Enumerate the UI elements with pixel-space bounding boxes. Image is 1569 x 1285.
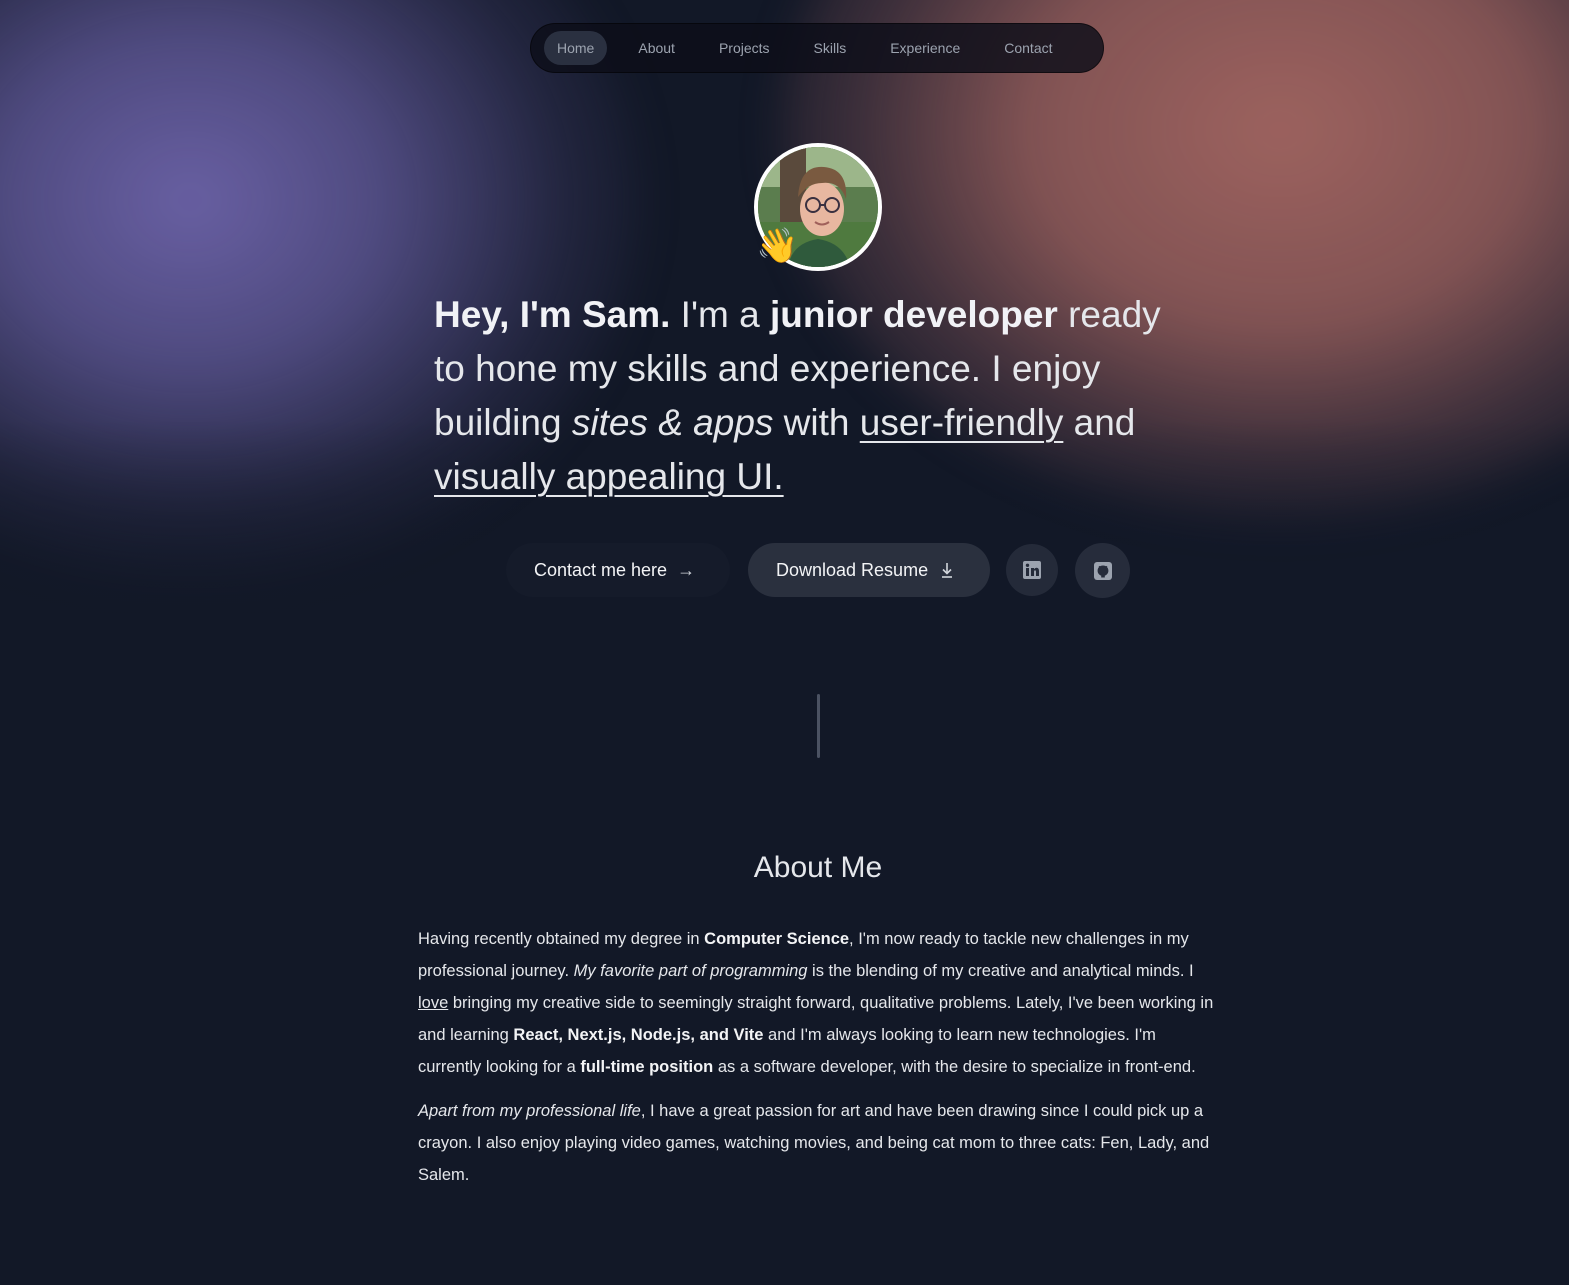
about-text-span: as a software developer, with the desire…: [713, 1058, 1196, 1076]
about-text: Having recently obtained my degree in Co…: [418, 923, 1218, 1203]
nav-experience[interactable]: Experience: [877, 31, 973, 65]
about-italic: My favorite part of programming: [573, 962, 808, 980]
about-text-span: is the blending of my creative and analy…: [807, 962, 1194, 980]
visually-appealing: visually appealing UI.: [434, 456, 784, 497]
nav-home[interactable]: Home: [544, 31, 608, 65]
sites-apps: sites & apps: [571, 402, 774, 443]
nav-about[interactable]: About: [625, 31, 688, 65]
about-bold: full-time position: [580, 1058, 714, 1076]
nav-contact[interactable]: Contact: [991, 31, 1065, 65]
arrow-right-icon: →: [677, 559, 696, 580]
headline-text: with: [773, 402, 860, 443]
contact-button[interactable]: Contact me here →: [506, 543, 730, 597]
headline-text: I'm a: [670, 294, 770, 335]
greeting: Hey, I'm Sam.: [434, 294, 671, 335]
role: junior developer: [769, 294, 1058, 335]
about-bold: Computer Science: [704, 930, 850, 948]
user-friendly: user-friendly: [859, 402, 1064, 443]
about-underline: love: [418, 994, 449, 1012]
section-divider: [817, 694, 820, 758]
github-icon: [1093, 561, 1112, 580]
linkedin-icon: [1023, 561, 1041, 579]
about-bold: React, Next.js, Node.js, and Vite: [513, 1026, 764, 1044]
nav-skills[interactable]: Skills: [801, 31, 860, 65]
avatar-container: 👋: [754, 143, 882, 271]
about-text-span: Having recently obtained my degree in: [418, 930, 705, 948]
download-resume-label: Download Resume: [776, 559, 929, 580]
about-title: About Me: [753, 851, 883, 884]
headline-text: and: [1063, 402, 1136, 443]
linkedin-button[interactable]: [1006, 544, 1058, 596]
page: Home About Projects Skills Experience Co…: [0, 0, 1569, 1285]
about-paragraph-1: Having recently obtained my degree in Co…: [418, 923, 1218, 1083]
waving-hand-icon: 👋: [756, 227, 799, 265]
nav-projects[interactable]: Projects: [706, 31, 783, 65]
about-paragraph-2: Apart from my professional life, I have …: [418, 1095, 1218, 1191]
top-nav: Home About Projects Skills Experience Co…: [530, 23, 1104, 73]
download-icon: [940, 561, 954, 579]
hero-headline: Hey, I'm Sam. I'm a junior developer rea…: [434, 288, 1194, 504]
contact-button-label: Contact me here: [534, 559, 668, 580]
github-button[interactable]: [1075, 543, 1130, 598]
about-italic: Apart from my professional life: [418, 1102, 641, 1120]
download-resume-button[interactable]: Download Resume: [748, 543, 990, 597]
